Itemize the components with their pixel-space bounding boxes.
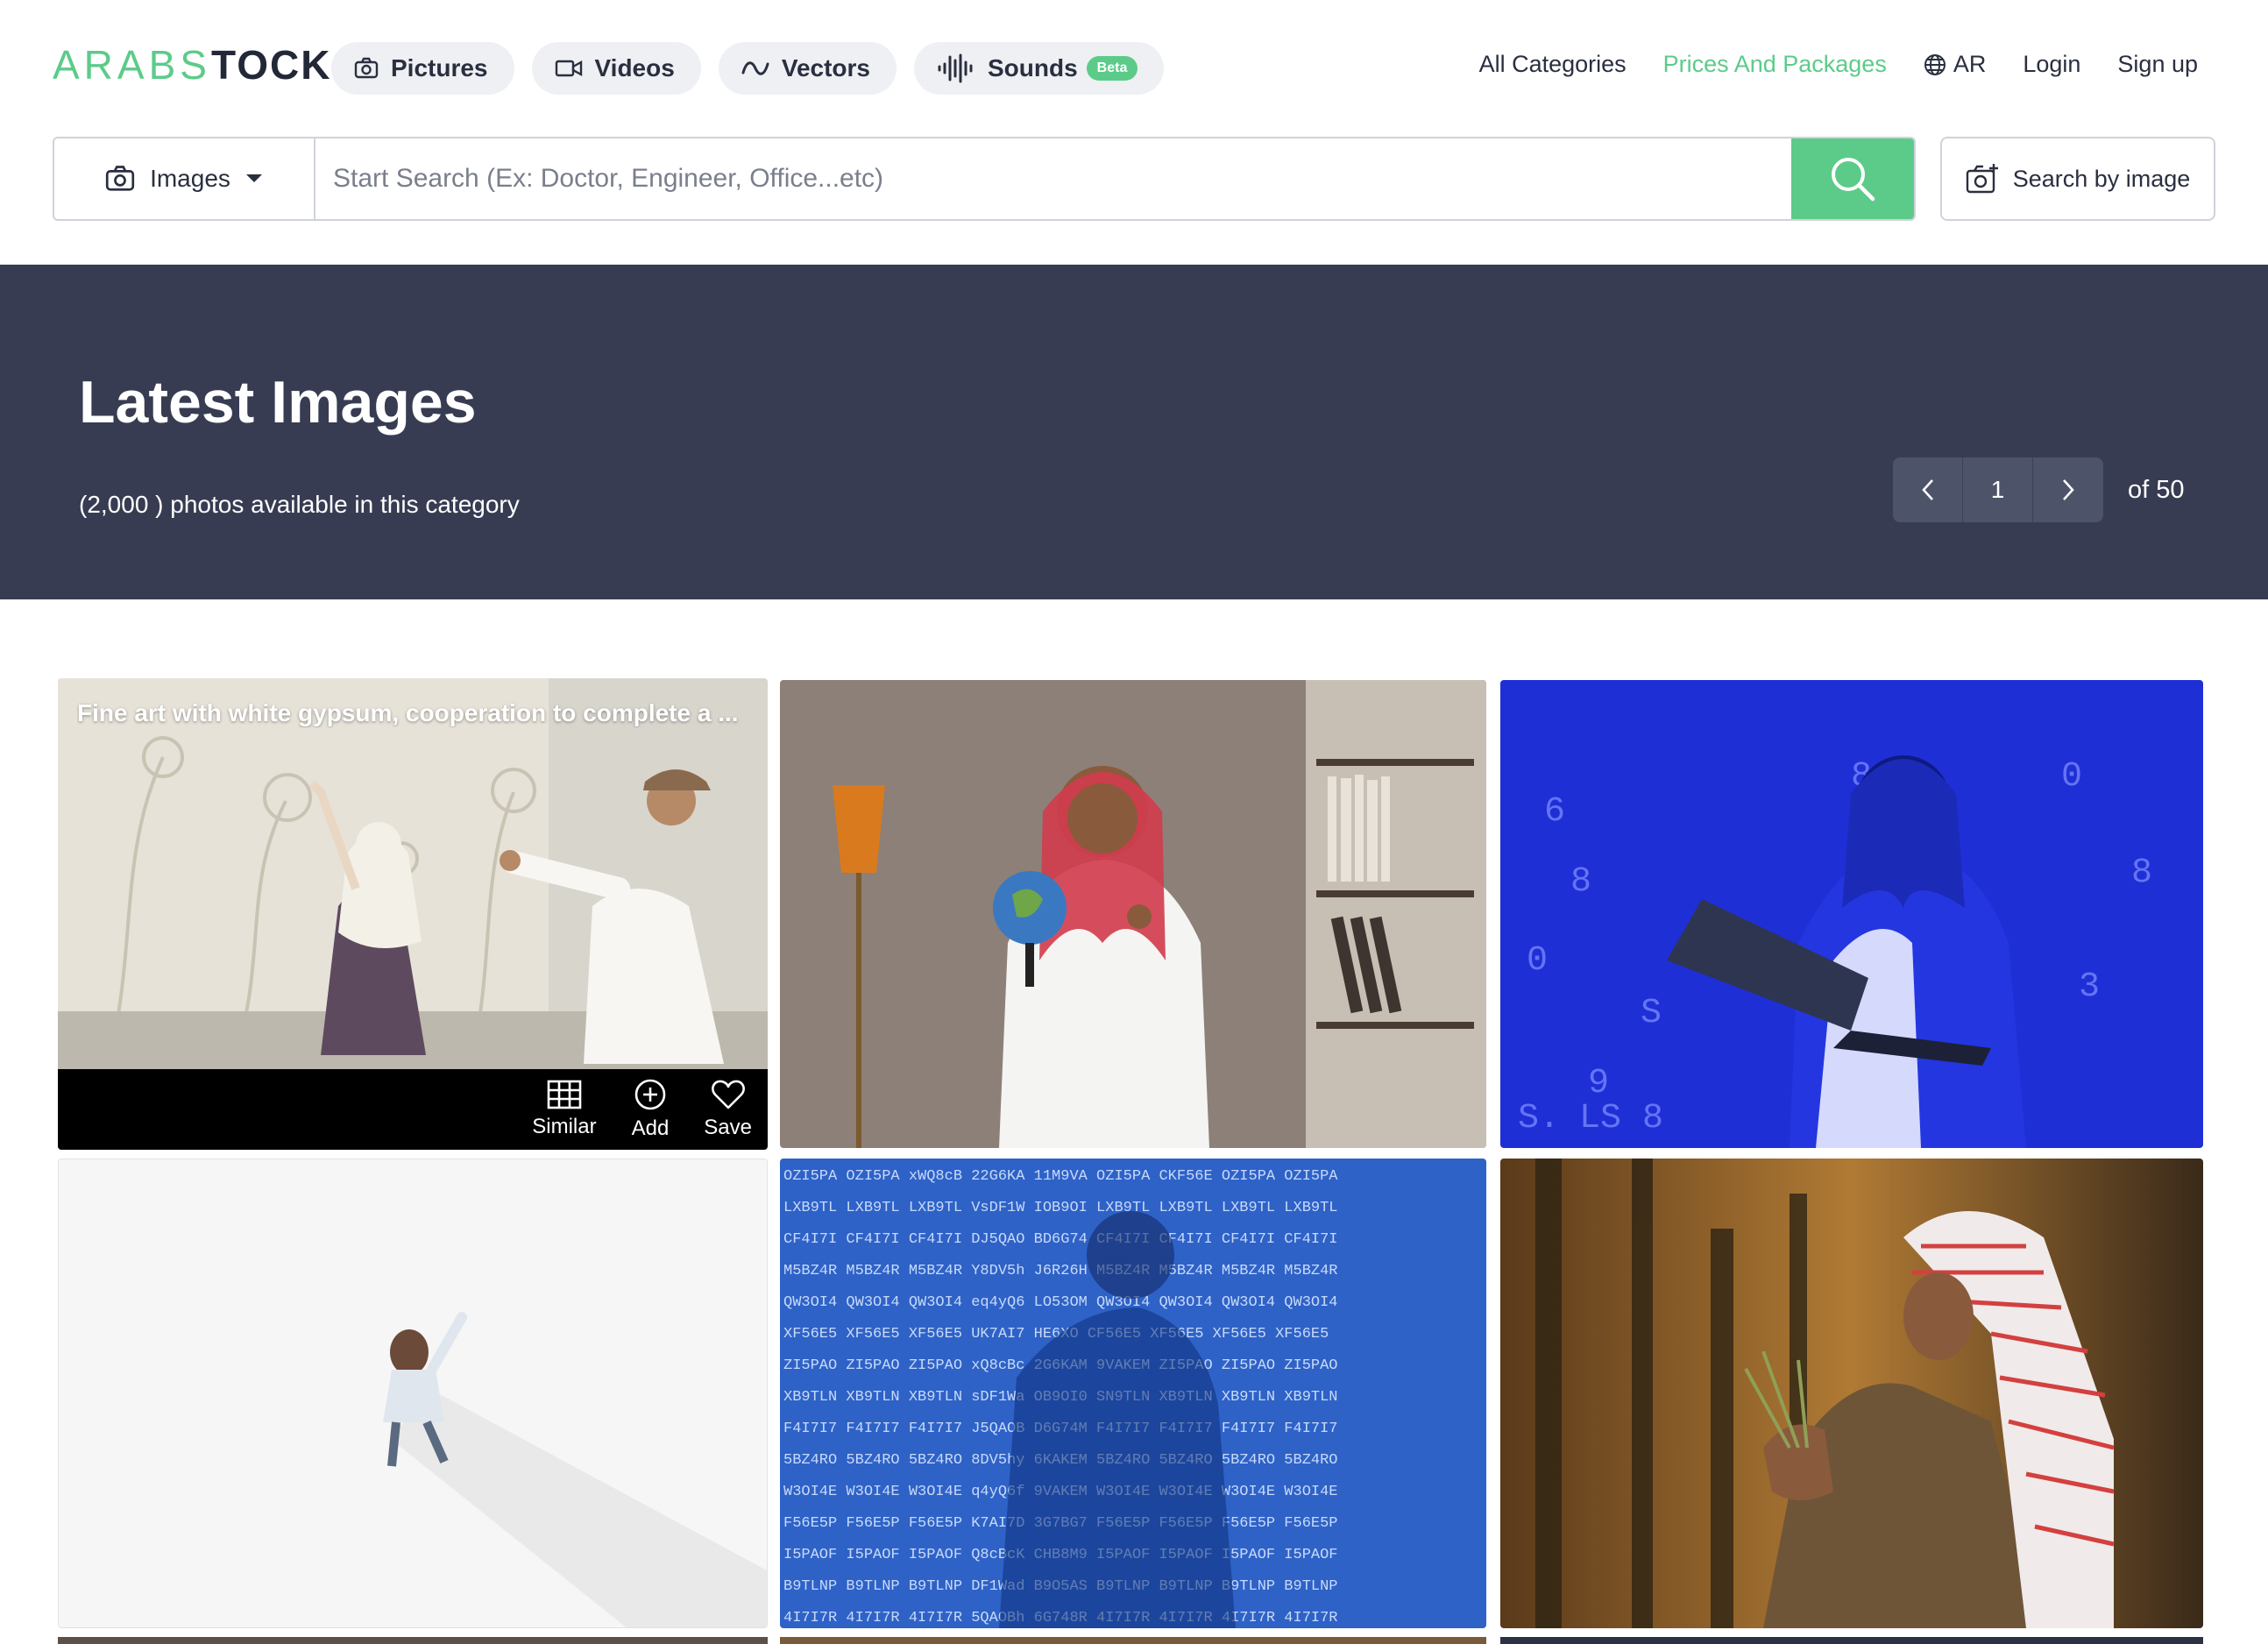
gallery-item[interactable] <box>1500 1159 2203 1628</box>
search-button[interactable] <box>1791 138 1914 219</box>
svg-text:0: 0 <box>1527 941 1548 981</box>
sound-wave-icon <box>938 53 973 83</box>
heart-icon <box>711 1080 745 1109</box>
nav-signup[interactable]: Sign up <box>2117 51 2198 78</box>
gallery-next-row-preview <box>58 1637 768 1644</box>
gallery-item[interactable] <box>780 680 1486 1148</box>
gallery-item[interactable]: OZI5PA OZI5PA xWQ8cB 22G6KA 11M9VA OZI5P… <box>780 1159 1486 1628</box>
tab-sounds-label: Sounds <box>987 54 1078 81</box>
svg-text:QW3OI4 QW3OI4 QW3OI4 eq4yQ6 LO: QW3OI4 QW3OI4 QW3OI4 eq4yQ6 LO53OM QW3OI… <box>783 1294 1338 1311</box>
add-circle-icon <box>634 1079 666 1110</box>
search-by-image-label: Search by image <box>2012 165 2191 192</box>
chevron-left-icon <box>1921 479 1933 500</box>
nav-all-categories[interactable]: All Categories <box>1479 51 1627 78</box>
tab-pictures-label: Pictures <box>391 54 488 81</box>
arabstock-logo[interactable]: ARABS TOCK <box>53 42 332 88</box>
page-total: of 50 <box>2128 475 2185 504</box>
logo-text-part2: TOCK <box>210 42 332 88</box>
tab-videos[interactable]: Videos <box>531 42 701 95</box>
save-label: Save <box>704 1116 752 1139</box>
tab-pictures[interactable]: Pictures <box>331 42 514 95</box>
svg-text:CF4I7I CF4I7I CF4I7I DJ5QAO BD: CF4I7I CF4I7I CF4I7I DJ5QAO BD6G74 CF4I7… <box>783 1231 1338 1248</box>
page-title: Latest Images <box>79 369 477 436</box>
search-input[interactable] <box>315 138 1791 219</box>
camera-plus-icon <box>1966 164 1998 194</box>
chevron-right-icon <box>2063 479 2074 500</box>
svg-text:LXB9TL LXB9TL LXB9TL VsDF1W IO: LXB9TL LXB9TL LXB9TL VsDF1W IOB9OI LXB9T… <box>783 1200 1338 1216</box>
svg-text:S.: S. <box>1518 1099 1560 1138</box>
gallery-image <box>780 680 1486 1148</box>
save-button[interactable]: Save <box>704 1079 752 1140</box>
gallery-image <box>1500 1159 2203 1628</box>
similar-button[interactable]: Similar <box>532 1080 597 1139</box>
logo-text-part1: ARABS <box>53 42 211 88</box>
image-action-bar: Similar Add Save <box>58 1069 768 1150</box>
add-button[interactable]: Add <box>631 1078 670 1141</box>
beta-badge: Beta <box>1086 56 1138 81</box>
gallery-item[interactable] <box>58 1159 768 1628</box>
gallery-image: 680 S98 083 S. LS 8 <box>1500 680 2203 1148</box>
nav-prices-packages[interactable]: Prices And Packages <box>1663 51 1887 78</box>
search-by-image-button[interactable]: Search by image <box>1940 137 2215 221</box>
image-caption: Fine art with white gypsum, cooperation … <box>77 699 739 726</box>
camera-icon <box>105 166 135 191</box>
pager-controls: 1 <box>1893 457 2103 522</box>
photo-count: (2,000 ) photos available in this catego… <box>79 491 520 518</box>
pagination: 1 of 50 <box>1893 457 2185 522</box>
top-navigation: All Categories Prices And Packages AR Lo… <box>1479 51 2198 78</box>
gallery-image: OZI5PA OZI5PA xWQ8cB 22G6KA 11M9VA OZI5P… <box>780 1159 1486 1628</box>
search-bar: Images <box>53 137 1916 221</box>
camera-icon <box>354 57 379 79</box>
vector-curve-icon <box>741 61 769 75</box>
caret-down-icon <box>245 174 262 182</box>
gallery-item[interactable]: 680 S98 083 S. LS 8 <box>1500 680 2203 1148</box>
tab-videos-label: Videos <box>594 54 675 81</box>
language-label: AR <box>1953 51 1987 77</box>
tab-sounds[interactable]: Sounds Beta <box>913 42 1165 95</box>
svg-text:3: 3 <box>2079 967 2100 1007</box>
search-row: Images Search by image <box>53 137 2215 221</box>
globe-icon <box>1924 53 1946 75</box>
gallery-image <box>59 1159 767 1627</box>
current-page[interactable]: 1 <box>1963 457 2033 522</box>
nav-login[interactable]: Login <box>2023 51 2080 78</box>
add-label: Add <box>631 1116 670 1140</box>
svg-text:S: S <box>1641 994 1662 1033</box>
svg-text:8: 8 <box>1570 862 1591 902</box>
grid-icon <box>547 1080 582 1109</box>
svg-text:8: 8 <box>2131 854 2152 893</box>
svg-text:9: 9 <box>1588 1064 1609 1103</box>
tab-vectors[interactable]: Vectors <box>718 42 897 95</box>
tab-vectors-label: Vectors <box>781 54 870 81</box>
gallery-item[interactable]: Fine art with white gypsum, cooperation … <box>58 678 768 1150</box>
svg-text:OZI5PA OZI5PA xWQ8cB 22G6KA 11: OZI5PA OZI5PA xWQ8cB 22G6KA 11M9VA OZI5P… <box>783 1168 1338 1185</box>
svg-text:LS 8: LS 8 <box>1579 1099 1663 1138</box>
search-type-label: Images <box>150 165 230 192</box>
site-header: ARABS TOCK Pictures Videos Vectors Sounds… <box>0 0 2268 265</box>
video-camera-icon <box>555 60 582 77</box>
search-icon <box>1832 158 1875 202</box>
gallery-next-row-preview <box>1500 1637 2203 1644</box>
prev-page-button[interactable] <box>1893 457 1963 522</box>
media-type-tabs: Pictures Videos Vectors Sounds Beta <box>331 42 1165 95</box>
svg-text:6: 6 <box>1544 792 1565 832</box>
category-banner: Latest Images (2,000 ) photos available … <box>0 265 2268 599</box>
gallery-image <box>58 678 768 1069</box>
similar-label: Similar <box>532 1115 597 1138</box>
gallery-next-row-preview <box>780 1637 1486 1644</box>
language-switcher[interactable]: AR <box>1924 51 1987 78</box>
next-page-button[interactable] <box>2033 457 2103 522</box>
search-type-dropdown[interactable]: Images <box>54 138 315 219</box>
svg-text:M5BZ4R M5BZ4R M5BZ4R Y8DV5h J6: M5BZ4R M5BZ4R M5BZ4R Y8DV5h J6R26H M5BZ4… <box>783 1263 1338 1279</box>
svg-text:0: 0 <box>2061 757 2082 797</box>
